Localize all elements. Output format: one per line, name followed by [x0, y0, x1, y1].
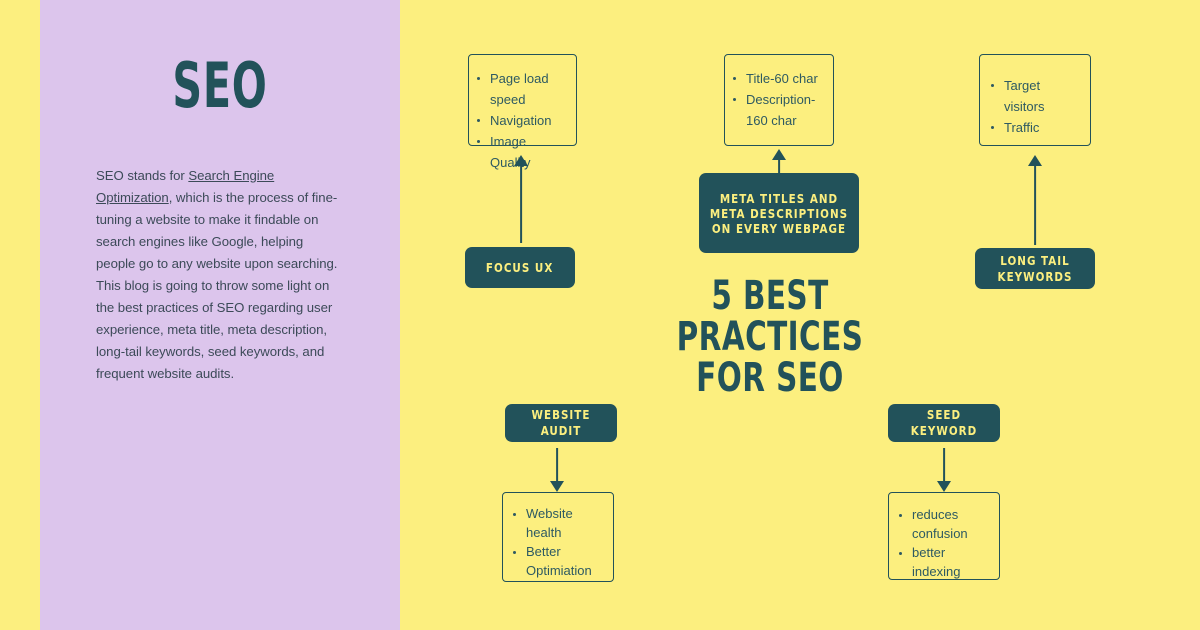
focus-ux-detail-box: Page load speed Navigation Image Quality [468, 54, 577, 170]
page-title: SEO [172, 49, 268, 122]
list-item: better indexing [897, 543, 993, 581]
practice-focus-ux[interactable]: FOCUS UX [465, 247, 575, 288]
practice-meta-titles[interactable]: META TITLES AND META DESCRIPTIONS ON EVE… [699, 173, 859, 253]
practice-label: LONG TAIL KEYWORDS [997, 252, 1073, 284]
practice-long-tail-keywords[interactable]: LONG TAIL KEYWORDS [975, 248, 1095, 289]
practice-label: WEBSITE AUDIT [531, 407, 591, 438]
seed-keyword-list: reduces confusion better indexing [897, 505, 993, 581]
list-item: Better Optimiation [511, 542, 607, 580]
left-panel: SEO SEO stands for Search Engine Optimiz… [40, 0, 400, 630]
list-item: Description-160 char [731, 89, 827, 131]
meta-detail-box: Title-60 char Description-160 char [724, 54, 834, 146]
infographic-canvas: SEO SEO stands for Search Engine Optimiz… [0, 0, 1200, 630]
list-item: Navigation [475, 110, 570, 131]
arrow-meta-to-details [771, 149, 787, 174]
practice-label: META TITLES AND META DESCRIPTIONS ON EVE… [709, 190, 849, 236]
arrow-long-tail-to-details [1027, 155, 1043, 245]
practice-seed-keyword[interactable]: SEED KEYWORD [888, 404, 1000, 442]
list-item: Title-60 char [731, 68, 827, 89]
arrow-seed-keyword-to-details [936, 448, 952, 492]
practice-label: SEED KEYWORD [910, 407, 978, 438]
paragraph-prefix: SEO stands for [96, 168, 189, 184]
paragraph-rest: , which is the process of fine-tuning a … [96, 190, 338, 382]
long-tail-list: Target visitors Traffic [989, 75, 1084, 138]
practice-label: FOCUS UX [486, 259, 554, 275]
arrow-website-audit-to-details [549, 448, 565, 492]
meta-list: Title-60 char Description-160 char [731, 68, 827, 131]
list-item: Traffic [989, 117, 1084, 138]
intro-paragraph: SEO stands for Search Engine Optimizatio… [96, 165, 344, 385]
seed-keyword-detail-box: reduces confusion better indexing [888, 492, 1000, 580]
list-item: Target visitors [989, 75, 1084, 117]
arrow-focus-ux-to-details [513, 155, 529, 243]
website-audit-detail-box: Website health Better Optimiation [502, 492, 614, 582]
long-tail-detail-box: Target visitors Traffic [979, 54, 1091, 146]
practice-website-audit[interactable]: WEBSITE AUDIT [505, 404, 617, 442]
list-item: Website health [511, 504, 607, 542]
list-item: Page load speed [475, 68, 570, 110]
headline: 5 BEST PRACTICES FOR SEO [676, 273, 864, 401]
website-audit-list: Website health Better Optimiation [511, 504, 607, 580]
list-item: reduces confusion [897, 505, 993, 543]
